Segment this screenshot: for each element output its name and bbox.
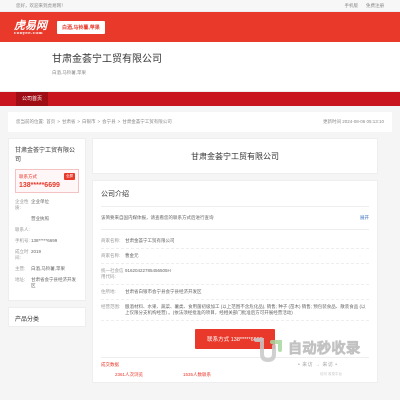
- contact-box: 联系方式 全屏 138*****6699: [15, 169, 79, 193]
- detail-row: 统一社会信用代码: 91620422785456505H: [101, 264, 369, 285]
- register-link[interactable]: 免费注册: [366, 3, 384, 9]
- watermark-text: 自动秒收录: [288, 341, 361, 358]
- vip-badge[interactable]: 全屏: [64, 173, 75, 180]
- intro-note: 该简要来自国内媒体报，请查看您的联系方式后进行查询: [101, 215, 214, 220]
- breadcrumb-home[interactable]: 首页: [46, 119, 55, 125]
- contact-label: 联系方式: [19, 173, 37, 179]
- detail-row: 住所地: 甘肃省白银市会宁县会宁县经济开发区: [101, 285, 369, 300]
- breadcrumb-city[interactable]: 白银市: [82, 119, 96, 125]
- company-title: 甘肃金荟宁工贸有限公司: [52, 54, 162, 65]
- company-card: 甘肃金荟宁工贸有限公司 联系方式 全屏 138*****6699 企业性质: 企业…: [8, 138, 86, 301]
- view-count: 2361人次浏览: [115, 372, 144, 377]
- contact-phone[interactable]: 138*****6699: [19, 182, 75, 189]
- update-time: 更新时间 2024-08-06 05:13:10: [322, 119, 384, 124]
- detail-row: 商家名称: 曹金元: [101, 249, 369, 264]
- watermark-sub: • 来访 → 来访 •: [298, 362, 338, 368]
- watermark-small: 访问 收录平台: [320, 372, 342, 376]
- company-header: 甘肃金荟宁工贸有限公司 白酒,马铃薯,苹果: [0, 42, 400, 92]
- detail-row: 经营范围: 酿酒材料、水果、蔬菜、薯类、食用菌初级加工 (以上范围不含危化品), …: [101, 300, 369, 321]
- nav-bar: 公司首页: [0, 92, 400, 106]
- sidebar: 甘肃金荟宁工贸有限公司 联系方式 全屏 138*****6699 企业性质: 企业…: [8, 138, 86, 383]
- nav-home[interactable]: 公司首页: [16, 92, 49, 106]
- breadcrumb-label: 您当前的位置:: [16, 119, 45, 124]
- sidebar-company-name: 甘肃金荟宁工贸有限公司: [15, 148, 76, 163]
- watermark: 自动秒收录 • 来访 → 来访 • 访问 收录平台: [252, 332, 382, 382]
- welcome-text: 您好，欢迎来到虎易网！: [16, 2, 66, 8]
- company-info: 企业性质: 企业单位 营业执照 联系人: 手机号: 138*****6699 成立时…: [15, 199, 76, 288]
- mobile-link[interactable]: 手机版: [345, 3, 359, 9]
- detail-row: 商家名称: 甘肃金荟宁工贸有限公司: [101, 234, 369, 249]
- site-logo[interactable]: 虎易网 cooyee.com: [14, 20, 47, 35]
- company-tags: 白酒,马铃薯,苹果: [52, 70, 86, 75]
- top-bar: 您好，欢迎来到虎易网！ 手机版 免费注册: [0, 0, 400, 12]
- details-table: 商家名称: 甘肃金荟宁工贸有限公司 商家名称: 曹金元 统一社会信用代码: 91620…: [101, 229, 369, 321]
- expand-link[interactable]: 展开: [360, 215, 369, 221]
- main-title: 甘肃金荟宁工贸有限公司: [92, 138, 378, 174]
- breadcrumb: 您当前的位置: 首页 > 甘肃省 > 白银市 > 会宁县 > 甘肃金荟宁工贸有限…: [8, 112, 392, 132]
- brand-tags: 白酒,马铃薯,苹果: [57, 20, 105, 34]
- contact-count: 1535人数联系: [183, 372, 212, 377]
- breadcrumb-company: 甘肃金荟宁工贸有限公司: [122, 119, 172, 124]
- watermark-logo-icon: [254, 338, 282, 363]
- breadcrumb-province[interactable]: 甘肃省: [62, 119, 76, 125]
- brand-bar: 虎易网 cooyee.com 白酒,马铃薯,苹果: [0, 12, 400, 42]
- breadcrumb-county[interactable]: 会宁县: [102, 119, 116, 125]
- product-category-title: 产品分类: [8, 307, 86, 327]
- intro-title: 公司介绍: [101, 181, 369, 207]
